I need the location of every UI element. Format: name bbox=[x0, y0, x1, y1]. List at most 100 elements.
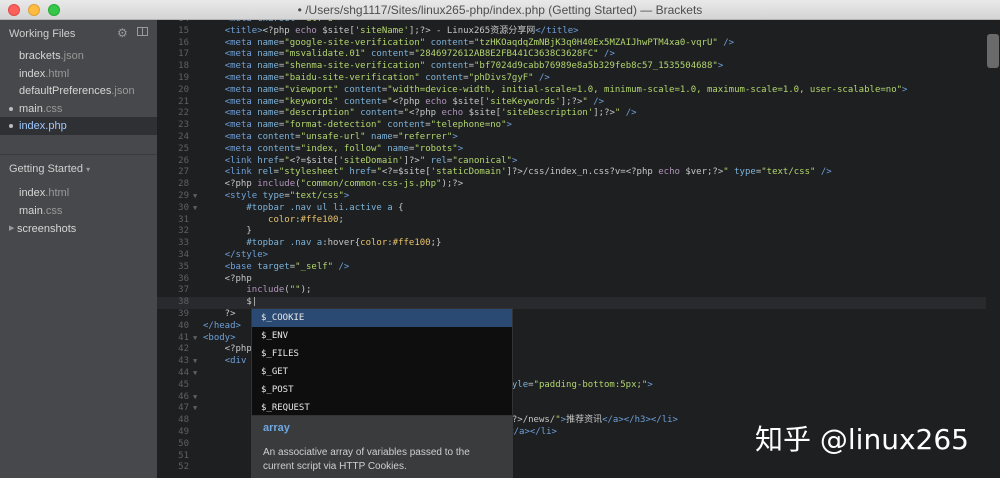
code-hint-item[interactable]: $_COOKIE bbox=[252, 309, 512, 327]
line-number: 35 bbox=[178, 261, 189, 272]
code-line[interactable]: 32 } bbox=[157, 226, 1000, 238]
code-hint-item[interactable]: $_POST bbox=[252, 381, 512, 399]
code-line[interactable]: 17 <meta name="msvalidate.01" content="2… bbox=[157, 49, 1000, 61]
line-number: 17 bbox=[178, 49, 189, 60]
code-text: <body> bbox=[203, 332, 236, 343]
code-text: ?> bbox=[203, 309, 236, 319]
hint-doc-type: array bbox=[263, 422, 290, 434]
code-line[interactable]: 35 <base target="_self" /> bbox=[157, 262, 1000, 274]
code-text: color:#ffe100; bbox=[268, 214, 344, 225]
code-text: <title><?php echo $site['siteName'];?> -… bbox=[224, 25, 579, 36]
working-file-item[interactable]: brackets.json bbox=[0, 47, 157, 65]
project-file-item[interactable]: main.css bbox=[0, 202, 157, 220]
code-line[interactable]: 23 <meta name="format-detection" content… bbox=[157, 120, 1000, 132]
chevron-right-icon: ▶ bbox=[9, 225, 15, 232]
editor-scrollbar[interactable] bbox=[986, 30, 1000, 478]
sidebar-divider bbox=[0, 154, 157, 155]
project-file-item[interactable]: index.html bbox=[0, 184, 157, 202]
line-number: 16 bbox=[178, 37, 189, 48]
line-number: 29 bbox=[178, 191, 189, 201]
split-view-icon[interactable] bbox=[137, 27, 148, 36]
working-file-item[interactable]: index.html bbox=[0, 65, 157, 83]
fold-toggle-icon[interactable]: ▼ bbox=[193, 356, 197, 368]
code-line[interactable]: 26 <link href="<?=$site['siteDomain']?>"… bbox=[157, 156, 1000, 168]
code-text: <base target="_self" /> bbox=[224, 261, 350, 272]
code-line[interactable]: 15 <title><?php echo $site['siteName'];?… bbox=[157, 26, 1000, 38]
code-line[interactable]: 33 #topbar .nav a:hover{color:#ffe100;} bbox=[157, 238, 1000, 250]
line-number: 42 bbox=[178, 344, 189, 355]
code-line[interactable]: 28 <?php include("common/common-css-js.p… bbox=[157, 179, 1000, 191]
code-hint-item[interactable]: $_FILES bbox=[252, 345, 512, 363]
line-number: 33 bbox=[178, 238, 189, 249]
code-line[interactable]: 27 <link rel="stylesheet" href="<?=$site… bbox=[157, 167, 1000, 179]
code-line[interactable]: 16 <meta name="google-site-verification"… bbox=[157, 38, 1000, 50]
fold-toggle-icon[interactable]: ▼ bbox=[193, 191, 197, 203]
code-text: <?php bbox=[203, 273, 252, 284]
code-line[interactable]: 25 <meta content="index, follow" name="r… bbox=[157, 144, 1000, 156]
line-number: 46 bbox=[178, 391, 189, 402]
working-file-item[interactable]: main.css bbox=[0, 100, 157, 118]
fold-toggle-icon[interactable]: ▼ bbox=[193, 203, 197, 215]
working-file-item[interactable]: defaultPreferences.json bbox=[0, 82, 157, 100]
code-text: include(""); bbox=[246, 285, 312, 296]
file-name: index bbox=[19, 120, 46, 132]
line-number: 28 bbox=[178, 179, 189, 190]
file-extension: .php bbox=[45, 120, 67, 132]
line-number: 24 bbox=[178, 132, 189, 142]
line-number: 52 bbox=[178, 462, 189, 473]
code-line[interactable]: 36 <?php bbox=[157, 274, 1000, 286]
code-line[interactable]: 29 ▼ <style type="text/css"> bbox=[157, 191, 1000, 203]
line-number: 47 bbox=[178, 403, 189, 414]
working-file-item[interactable]: index.php bbox=[0, 117, 157, 135]
code-hint-item[interactable]: $_ENV bbox=[252, 327, 512, 345]
fold-toggle-icon[interactable]: ▼ bbox=[193, 368, 197, 380]
window-titlebar: • /Users/shg1117/Sites/linux265-php/inde… bbox=[0, 0, 1000, 20]
code-text: </head> bbox=[203, 320, 241, 331]
code-line[interactable]: 21 <meta name="keywords" content="<?php … bbox=[157, 97, 1000, 109]
code-line[interactable]: 31 color:#ffe100; bbox=[157, 215, 1000, 227]
fold-toggle-icon[interactable]: ▼ bbox=[193, 333, 197, 345]
line-number: 18 bbox=[178, 61, 189, 72]
line-number: 22 bbox=[178, 108, 189, 119]
code-text: <style type="text/css"> bbox=[224, 191, 350, 201]
code-hint-item[interactable]: $_GET bbox=[252, 363, 512, 381]
line-number: 49 bbox=[178, 427, 189, 437]
file-name: defaultPreferences bbox=[19, 85, 112, 97]
code-line[interactable]: 20 <meta name="viewport" content="width=… bbox=[157, 85, 1000, 97]
code-text: <?php include("common/common-css-js.php"… bbox=[203, 179, 464, 190]
line-number: 27 bbox=[178, 167, 189, 178]
watermark: 知乎 @linux265 bbox=[755, 423, 969, 456]
line-number: 40 bbox=[178, 320, 189, 331]
working-files-header: Working Files bbox=[9, 28, 76, 40]
project-folder-item[interactable]: ▶ screenshots bbox=[0, 220, 157, 238]
code-hint-list[interactable]: $_COOKIE $_ENV $_FILES $_GET $_POST $_REQUEST bbox=[251, 308, 513, 416]
fold-toggle-icon[interactable]: ▼ bbox=[193, 392, 197, 404]
chevron-down-icon: ▾ bbox=[86, 165, 91, 174]
code-line[interactable]: 24 <meta content="unsafe-url" name="refe… bbox=[157, 132, 1000, 144]
code-line[interactable]: 37 include(""); bbox=[157, 285, 1000, 297]
line-number: 44 bbox=[178, 368, 189, 378]
code-text: <meta name="msvalidate.01" content="2846… bbox=[224, 49, 615, 60]
file-extension: .json bbox=[111, 85, 135, 97]
code-text: <meta name="description" content="<?php … bbox=[224, 108, 637, 119]
gear-icon[interactable]: ⚙ bbox=[117, 26, 128, 40]
scrollbar-thumb[interactable] bbox=[987, 34, 999, 68]
hint-doc-text: An associative array of variables passed… bbox=[263, 447, 470, 472]
code-line[interactable]: 30 ▼ #topbar .nav ul li.active a { bbox=[157, 203, 1000, 215]
code-text: <meta name="keywords" content="<?php ech… bbox=[224, 96, 605, 107]
code-line[interactable]: 34 </style> bbox=[157, 250, 1000, 262]
line-number: 37 bbox=[178, 285, 189, 296]
code-text: $| bbox=[203, 297, 258, 308]
code-hint-item[interactable]: $_REQUEST bbox=[252, 399, 512, 417]
fold-toggle-icon[interactable]: ▼ bbox=[193, 403, 197, 415]
sidebar: Working Files ⚙ brackets.json index.html d… bbox=[0, 20, 157, 478]
code-line[interactable]: 18 <meta name="shenma-site-verification"… bbox=[157, 61, 1000, 73]
window-title: • /Users/shg1117/Sites/linux265-php/inde… bbox=[297, 3, 703, 17]
project-header[interactable]: Getting Started ▾ bbox=[9, 163, 90, 175]
code-line[interactable]: 19 <meta name="baidu-site-verification" … bbox=[157, 73, 1000, 85]
code-line[interactable]: 22 <meta name="description" content="<?p… bbox=[157, 108, 1000, 120]
line-number: 34 bbox=[178, 250, 189, 260]
code-text: <meta content="index, follow" name="robo… bbox=[224, 143, 464, 154]
line-number: 45 bbox=[178, 379, 189, 390]
